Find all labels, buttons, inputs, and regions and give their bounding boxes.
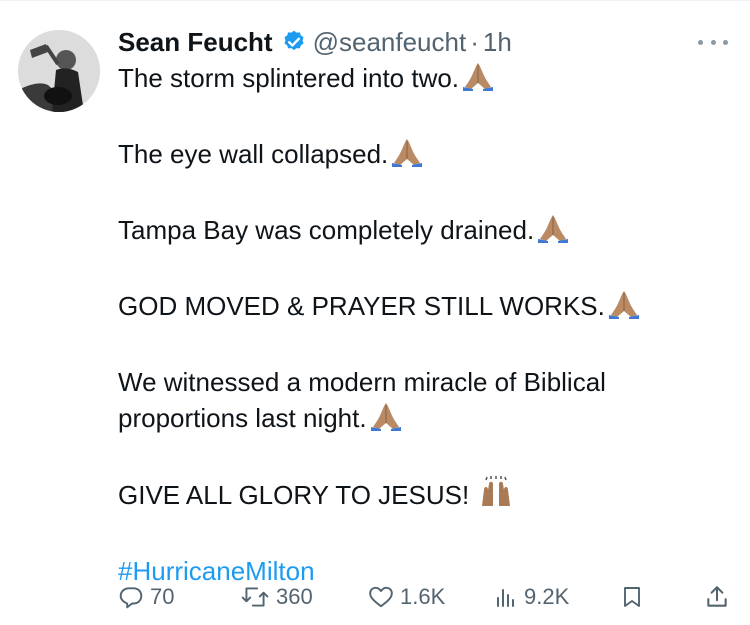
repost-button[interactable]: 360 (240, 580, 313, 614)
share-icon (704, 584, 730, 610)
repost-icon (240, 584, 270, 610)
views-button[interactable]: 9.2K (494, 580, 569, 614)
reply-button[interactable]: 70 (118, 580, 174, 614)
tweet-paragraph: The eye wall collapsed. (118, 136, 718, 176)
tweet-paragraph: GIVE ALL GLORY TO JESUS! (118, 476, 718, 517)
bookmark-button[interactable] (620, 580, 644, 614)
share-button[interactable] (704, 580, 730, 614)
avatar[interactable] (18, 30, 100, 112)
reply-count: 70 (150, 584, 175, 609)
tweet-paragraph: We witnessed a modern miracle of Biblica… (118, 364, 718, 440)
top-divider (0, 0, 750, 1)
tweet-actions: 70 360 1.6K 9.2K (0, 580, 750, 614)
folded-hands-icon (369, 401, 403, 440)
tweet-body: The storm splintered into two. The eye w… (118, 60, 718, 625)
folded-hands-icon (536, 213, 570, 252)
views-count: 9.2K (524, 584, 570, 609)
tweet-paragraph: GOD MOVED & PRAYER STILL WORKS. (118, 288, 718, 328)
tweet-header: Sean Feucht @seanfeucht · 1h (118, 24, 512, 60)
bookmark-icon (620, 584, 644, 610)
author-handle[interactable]: @seanfeucht (313, 27, 467, 58)
repost-count: 360 (276, 584, 313, 609)
more-options-icon[interactable] (698, 32, 728, 52)
heart-icon (368, 584, 394, 610)
tweet-paragraph: Tampa Bay was completely drained. (118, 212, 718, 252)
views-icon (494, 584, 518, 610)
like-count: 1.6K (400, 584, 446, 609)
raising-hands-icon (478, 476, 514, 517)
tweet-time[interactable]: 1h (483, 27, 512, 58)
verified-badge-icon (281, 29, 307, 55)
folded-hands-icon (390, 137, 424, 176)
folded-hands-icon (461, 61, 495, 100)
separator-dot: · (470, 26, 479, 57)
like-button[interactable]: 1.6K (368, 580, 445, 614)
folded-hands-icon (607, 289, 641, 328)
reply-icon (118, 584, 144, 610)
tweet-paragraph: The storm splintered into two. (118, 60, 718, 100)
author-name[interactable]: Sean Feucht (118, 27, 273, 58)
